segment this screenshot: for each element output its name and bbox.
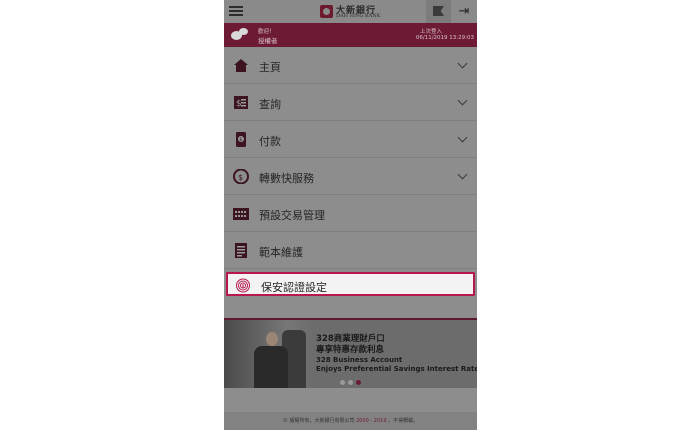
chevron-down-icon[interactable] bbox=[457, 58, 468, 69]
carousel-dots bbox=[340, 380, 364, 386]
svg-text:$: $ bbox=[238, 173, 243, 182]
chat-bubbles-icon bbox=[231, 28, 248, 42]
menu-item-label: 範本維護 bbox=[259, 246, 303, 259]
home-icon bbox=[233, 58, 249, 73]
menu-item-template-maintenance[interactable]: 範本維護 bbox=[224, 232, 477, 269]
mobile-app-screen: 大新銀行 DAH SING BANK ⇥ 歡迎！ 授權者 上次登入 06/11/… bbox=[224, 0, 477, 430]
calendar-icon bbox=[233, 206, 249, 221]
hamburger-icon[interactable] bbox=[224, 0, 248, 23]
payment-icon: $ bbox=[233, 132, 249, 147]
person-head-shape bbox=[266, 332, 278, 346]
user-name: 授權者 bbox=[258, 37, 278, 45]
carousel-dot-active[interactable] bbox=[356, 380, 361, 385]
footer-suffix: 。不得轉載。 bbox=[386, 418, 419, 424]
menu-item-fps[interactable]: $ 轉數快服務 bbox=[224, 158, 477, 195]
carousel-dot[interactable] bbox=[340, 380, 345, 385]
menu-item-payment[interactable]: $ 付款 bbox=[224, 121, 477, 158]
logo-mark-icon bbox=[320, 5, 333, 18]
menu-item-label: 付款 bbox=[259, 135, 281, 148]
menu-item-label: 預設交易管理 bbox=[259, 209, 325, 222]
side-menu: 主頁 $ 查詢 $ 付款 $ 轉數快服務 預設交易管理 範本維護 保安認證設定 bbox=[224, 47, 477, 296]
flag-icon[interactable] bbox=[426, 0, 451, 23]
statement-icon: $ bbox=[233, 95, 249, 110]
top-bar: 大新銀行 DAH SING BANK ⇥ bbox=[224, 0, 477, 23]
chevron-down-icon[interactable] bbox=[457, 95, 468, 106]
welcome-bar: 歡迎！ 授權者 上次登入 06/11/2019 13:29:03 bbox=[224, 23, 477, 47]
last-login-label: 上次登入 bbox=[419, 29, 442, 35]
fps-icon: $ bbox=[233, 168, 249, 185]
fingerprint-icon bbox=[235, 278, 251, 293]
carousel-dot[interactable] bbox=[348, 380, 353, 385]
chevron-down-icon[interactable] bbox=[457, 132, 468, 143]
menu-item-label: 保安認證設定 bbox=[261, 281, 327, 294]
welcome-greeting: 歡迎！ bbox=[258, 29, 275, 35]
menu-item-label: 主頁 bbox=[259, 61, 281, 74]
banner-line-3: 328 Business Account bbox=[316, 356, 403, 364]
banner-line-4: Enjoys Preferential Savings Interest Rat… bbox=[316, 365, 477, 373]
svg-text:$: $ bbox=[236, 99, 242, 109]
chevron-down-icon[interactable] bbox=[457, 169, 468, 180]
promo-banner[interactable]: 328商業理財戶口 專享特惠存款利息 328 Business Account … bbox=[224, 318, 477, 388]
menu-item-label: 轉數快服務 bbox=[259, 172, 314, 185]
footer: © 版權所有，大新銀行有限公司 2000 - 2019 。不得轉載。 bbox=[224, 412, 477, 430]
banner-photo bbox=[224, 320, 314, 388]
template-icon bbox=[233, 243, 249, 258]
footer-copyright: © 版權所有，大新銀行有限公司 bbox=[282, 418, 357, 424]
menu-item-security-settings[interactable]: 保安認證設定 bbox=[226, 272, 475, 296]
menu-item-home[interactable]: 主頁 bbox=[224, 47, 477, 84]
logout-icon[interactable]: ⇥ bbox=[453, 3, 475, 20]
person-body-shape bbox=[254, 346, 288, 388]
bank-logo: 大新銀行 DAH SING BANK bbox=[320, 3, 384, 20]
menu-item-enquiry[interactable]: $ 查詢 bbox=[224, 84, 477, 121]
banner-line-2: 專享特惠存款利息 bbox=[316, 345, 385, 355]
last-login-time: 06/11/2019 13:29:03 bbox=[415, 35, 474, 41]
svg-text:$: $ bbox=[239, 137, 242, 143]
menu-item-scheduled-transactions[interactable]: 預設交易管理 bbox=[224, 195, 477, 232]
footer-years: 2000 - 2019 bbox=[356, 418, 387, 424]
logo-english-text: DAH SING BANK bbox=[336, 13, 381, 19]
menu-item-label: 查詢 bbox=[259, 98, 281, 111]
